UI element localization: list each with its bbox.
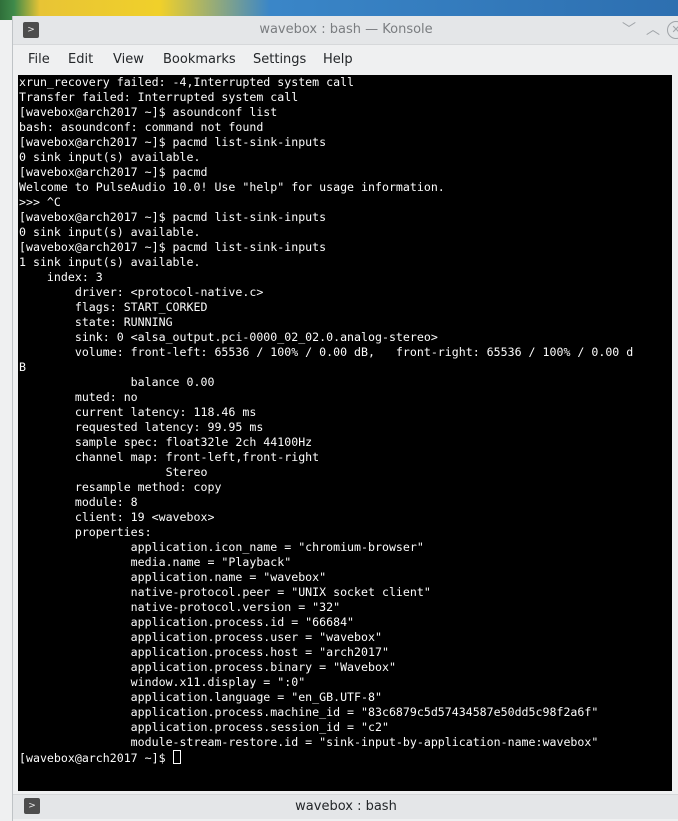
terminal-line: driver: <protocol-native.c>: [74, 285, 264, 299]
terminal-scrollbar[interactable]: [672, 75, 678, 791]
terminal-line: muted: no: [74, 390, 138, 404]
menu-bookmarks[interactable]: Bookmarks: [161, 45, 238, 75]
terminal-line: application.process.host = "arch2017": [130, 645, 389, 659]
terminal-line: requested latency: 99.95 ms: [74, 420, 264, 434]
terminal-line: 0 sink input(s) available.: [19, 225, 201, 239]
close-button[interactable]: ✕: [667, 21, 678, 39]
terminal-line: Transfer failed: Interrupted system call: [19, 90, 299, 104]
title-bar[interactable]: > wavebox : bash — Konsole ﹀ ︿ ✕: [13, 16, 678, 45]
terminal-line: [wavebox@arch2017 ~]$ pacmd: [19, 165, 208, 179]
tab-bar: > wavebox : bash: [13, 794, 678, 819]
terminal-line: B: [19, 360, 26, 374]
terminal-line: volume: front-left: 65536 / 100% / 0.00 …: [74, 345, 634, 359]
menu-edit[interactable]: Edit: [66, 45, 95, 75]
terminal-line: application.icon_name = "chromium-browse…: [130, 540, 424, 554]
maximize-button[interactable]: ︿: [643, 20, 663, 40]
terminal-line: module: 8: [74, 495, 138, 509]
terminal-prompt: [wavebox@arch2017 ~]$: [19, 751, 173, 765]
terminal-line: client: 19 <wavebox>: [74, 510, 215, 524]
menu-help[interactable]: Help: [321, 45, 355, 75]
text-cursor: [172, 750, 181, 764]
terminal-line: application.process.binary = "Wavebox": [130, 660, 396, 674]
terminal-line: [wavebox@arch2017 ~]$ asoundconf list: [19, 105, 278, 119]
terminal-line: flags: START_CORKED: [74, 300, 208, 314]
terminal-line: sample spec: float32le 2ch 44100Hz: [74, 435, 313, 449]
terminal-line: 1 sink input(s) available.: [19, 255, 201, 269]
terminal-line: current latency: 118.46 ms: [74, 405, 257, 419]
terminal-line: [wavebox@arch2017 ~]$ pacmd list-sink-in…: [19, 240, 327, 254]
terminal-line: Stereo: [165, 465, 208, 479]
terminal-line: application.process.session_id = "c2": [130, 720, 389, 734]
terminal-area[interactable]: xrun_recovery failed: -4,Interrupted sys…: [18, 75, 672, 791]
terminal-line: [wavebox@arch2017 ~]$ pacmd list-sink-in…: [19, 135, 327, 149]
terminal-line: application.name = "wavebox": [130, 570, 327, 584]
terminal-line: media.name = "Playback": [130, 555, 292, 569]
menu-view[interactable]: View: [111, 45, 146, 75]
terminal-line: application.process.machine_id = "83c687…: [130, 705, 599, 719]
menu-file[interactable]: File: [26, 45, 52, 75]
terminal-line: application.process.id = "66684": [130, 615, 355, 629]
terminal-line: sink: 0 <alsa_output.pci-0000_02_02.0.an…: [74, 330, 438, 344]
terminal-line: resample method: copy: [74, 480, 222, 494]
terminal-line: balance 0.00: [130, 375, 215, 389]
terminal-line: properties:: [74, 525, 152, 539]
terminal-line: 0 sink input(s) available.: [19, 150, 201, 164]
tab-title[interactable]: wavebox : bash: [13, 795, 678, 819]
menu-bar: File Edit View Bookmarks Settings Help: [13, 45, 678, 75]
terminal-line: Welcome to PulseAudio 10.0! Use "help" f…: [19, 180, 445, 194]
terminal-line: native-protocol.version = "32": [130, 600, 341, 614]
terminal-line: bash: asoundconf: command not found: [19, 120, 264, 134]
terminal-line: [wavebox@arch2017 ~]$ pacmd list-sink-in…: [19, 210, 327, 224]
terminal-line: module-stream-restore.id = "sink-input-b…: [130, 735, 599, 749]
terminal-line: >>> ^C: [19, 195, 61, 209]
konsole-window: > wavebox : bash — Konsole ﹀ ︿ ✕ File Ed…: [12, 16, 678, 821]
terminal-lines: xrun_recovery failed: -4,Interrupted sys…: [19, 75, 633, 749]
terminal-line: application.process.user = "wavebox": [130, 630, 382, 644]
terminal-line: native-protocol.peer = "UNIX socket clie…: [130, 585, 431, 599]
terminal-line: state: RUNNING: [74, 315, 173, 329]
window-title: wavebox : bash — Konsole: [259, 22, 433, 37]
menu-settings[interactable]: Settings: [251, 45, 308, 75]
terminal-line: window.x11.display = ":0": [130, 675, 306, 689]
minimize-button[interactable]: ﹀: [619, 20, 639, 40]
terminal-line: index: 3: [46, 270, 103, 284]
terminal-line: xrun_recovery failed: -4,Interrupted sys…: [19, 75, 355, 89]
terminal-line: application.language = "en_GB.UTF-8": [130, 690, 382, 704]
terminal-line: channel map: front-left,front-right: [74, 450, 320, 464]
terminal-output: xrun_recovery failed: -4,Interrupted sys…: [18, 75, 672, 766]
